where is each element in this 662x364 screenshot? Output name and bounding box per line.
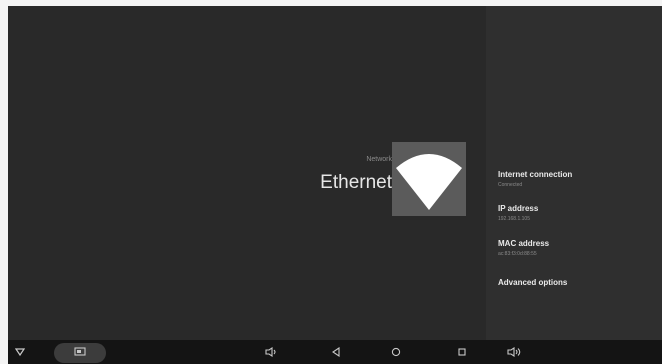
advanced-options-item[interactable]: Advanced options [498, 278, 567, 287]
volume-down-icon[interactable] [262, 340, 282, 364]
home-icon[interactable] [386, 340, 406, 364]
detail-title: MAC address [498, 239, 550, 248]
page-title: Ethernet [320, 172, 392, 193]
detail-value: 192.168.1.105 [498, 216, 530, 222]
screen-frame: Network Ethernet Internet connection Con… [8, 6, 662, 364]
detail-internet-connection[interactable]: Internet connection Connected [498, 170, 572, 188]
back-icon[interactable] [326, 340, 346, 364]
collapse-down-icon[interactable] [10, 340, 30, 364]
detail-ip-address[interactable]: IP address 192.168.1.105 [498, 204, 538, 222]
detail-mac-address[interactable]: MAC address ac:83:f3:0d:88:55 [498, 239, 549, 257]
details-panel: Internet connection Connected IP address… [486, 6, 662, 340]
detail-value: Connected [498, 182, 523, 188]
detail-title: Advanced options [498, 278, 568, 287]
recents-icon[interactable] [452, 340, 472, 364]
section-label: Network [366, 156, 392, 163]
detail-title: Internet connection [498, 170, 573, 179]
detail-title: IP address [498, 204, 539, 213]
wifi-fan-icon [392, 142, 466, 216]
system-navigation-bar [8, 340, 662, 364]
detail-value: ac:83:f3:0d:88:55 [498, 251, 537, 257]
screenshot-icon [70, 340, 90, 364]
main-panel: Network Ethernet [8, 6, 486, 340]
volume-up-icon[interactable] [504, 340, 526, 364]
